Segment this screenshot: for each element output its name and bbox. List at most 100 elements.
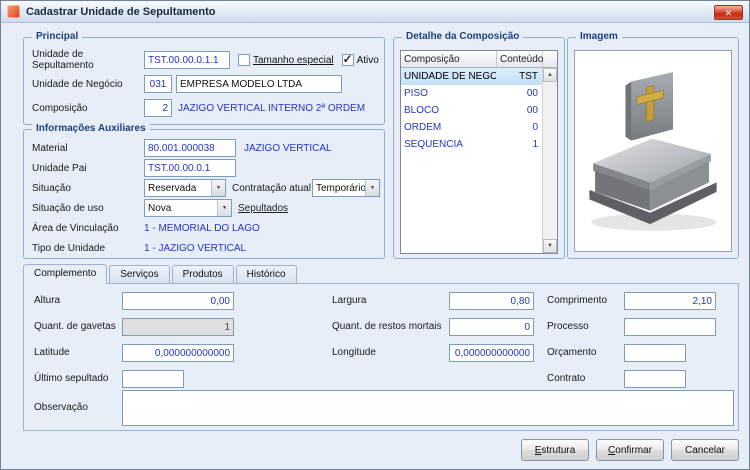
material-label: Material [32, 142, 68, 154]
quant-gavetas-label: Quant. de gavetas [34, 321, 116, 332]
confirmar-button[interactable]: Confirmar [596, 439, 664, 461]
contrato-input[interactable] [624, 370, 686, 388]
observacao-textarea[interactable] [122, 390, 734, 426]
group-imagem-title: Imagem [576, 31, 622, 42]
close-icon: ✕ [724, 7, 733, 18]
row-situacao-uso: Situação de uso Nova ▼ Sepultados [24, 198, 384, 218]
checkbox-checked-icon [341, 52, 354, 66]
unit-image-frame [574, 50, 732, 252]
cancelar-button[interactable]: Cancelar [671, 439, 739, 461]
row-composicao: PISO [404, 88, 428, 99]
longitude-label: Longitude [332, 347, 376, 358]
group-aux-title: Informações Auxiliares [32, 123, 150, 134]
chevron-down-icon: ▼ [217, 200, 231, 216]
column-header-spacer [543, 51, 557, 67]
ativo-checkbox[interactable]: Ativo [341, 52, 379, 66]
altura-label: Altura [34, 295, 61, 306]
row-conteudo: 00 [526, 105, 538, 116]
row-composicao: ORDEM [404, 122, 442, 133]
contratacao-atual-value: Temporário [316, 182, 365, 194]
scrollbar-track[interactable] [543, 82, 557, 239]
window-title: Cadastrar Unidade de Sepultamento [26, 5, 216, 18]
dialog-window: Cadastrar Unidade de Sepultamento ✕ Prin… [0, 0, 750, 470]
column-header-conteudo[interactable]: Conteúdo [497, 51, 543, 67]
scroll-down-icon[interactable]: ▼ [543, 239, 557, 253]
tab-strip: Complemento Serviços Produtos Histórico [23, 264, 299, 284]
contratacao-atual-label: Contratação atual [232, 182, 311, 194]
tab-complemento[interactable]: Complemento [23, 264, 108, 284]
group-principal-title: Principal [32, 31, 83, 42]
tab-servicos[interactable]: Serviços [109, 265, 170, 284]
row-composicao: BLOCO [404, 105, 440, 116]
table-row[interactable]: PISO 00 [401, 85, 542, 102]
table-row[interactable]: ORDEM 0 [401, 119, 542, 136]
row-composicao: UNIDADE DE NEGOCIO [404, 71, 496, 82]
situacao-select[interactable]: Reservada ▼ [144, 179, 226, 197]
composicao-code-input[interactable] [144, 99, 172, 117]
altura-input[interactable] [122, 292, 234, 310]
row-composicao: SEQUENCIA [404, 139, 463, 150]
comprimento-input[interactable] [624, 292, 716, 310]
orcamento-input[interactable] [624, 344, 686, 362]
composicao-label: Composição [32, 102, 88, 114]
unidade-negocio-code-input[interactable] [144, 75, 172, 93]
chevron-down-icon: ▼ [365, 180, 379, 196]
composition-table-body: UNIDADE DE NEGOCIO TST PISO 00 BLOCO 00 ORDEM 0… [401, 68, 542, 253]
unidade-sepultamento-label: Unidade de Sepultamento [32, 49, 94, 71]
largura-input[interactable] [449, 292, 534, 310]
row-situacao: Situação Reservada ▼ Contratação atual T… [24, 178, 384, 198]
group-informacoes-auxiliares: Informações Auxiliares Material JAZIGO V… [23, 123, 385, 259]
tab-produtos[interactable]: Produtos [171, 265, 234, 284]
quant-restos-mortais-label: Quant. de restos mortais [332, 321, 442, 332]
row-unidade-pai: Unidade Pai [24, 158, 384, 178]
ultimo-sepultado-label: Último sepultado [34, 373, 109, 384]
unidade-negocio-label: Unidade de Negócio [32, 78, 123, 90]
tamanho-especial-checkbox[interactable]: Tamanho especial [238, 54, 334, 66]
row-unidade-negocio: Unidade de Negócio [24, 72, 384, 96]
scroll-up-icon[interactable]: ▲ [543, 68, 557, 82]
longitude-input[interactable] [449, 344, 534, 362]
largura-label: Largura [332, 295, 367, 306]
close-button[interactable]: ✕ [714, 5, 743, 20]
latitude-label: Latitude [34, 347, 70, 358]
tab-panel-complemento: Altura Largura Comprimento Quant. de gav… [23, 283, 739, 431]
tamanho-especial-label: Tamanho especial [253, 54, 334, 66]
situacao-label: Situação [32, 182, 71, 194]
checkbox-icon [238, 54, 250, 66]
estrutura-button[interactable]: Estrutura [521, 439, 589, 461]
situacao-uso-select[interactable]: Nova ▼ [144, 199, 232, 217]
row-conteudo: 0 [532, 122, 538, 133]
material-descricao: JAZIGO VERTICAL [244, 142, 332, 154]
ultimo-sepultado-input[interactable] [122, 370, 184, 388]
table-row[interactable]: BLOCO 00 [401, 102, 542, 119]
material-input[interactable] [144, 139, 236, 157]
group-principal: Principal Unidade de Sepultamento Tamanh… [23, 31, 385, 125]
composicao-descricao: JAZIGO VERTICAL INTERNO 2ª ORDEM [178, 102, 366, 114]
unidade-pai-input[interactable] [144, 159, 236, 177]
comprimento-label: Comprimento [547, 295, 608, 306]
row-tipo-unidade: Tipo de Unidade 1 - JAZIGO VERTICAL [24, 238, 384, 258]
unidade-negocio-name-input[interactable] [176, 75, 342, 93]
group-detalhe-title: Detalhe da Composição [402, 31, 524, 42]
tomb-image [589, 72, 717, 231]
footer-buttons: Estrutura Confirmar Cancelar [521, 439, 739, 461]
composition-table: Composição Conteúdo UNIDADE DE NEGOCIO TS… [400, 50, 558, 254]
unidade-sepultamento-input[interactable] [144, 51, 230, 69]
situacao-uso-value: Nova [148, 202, 172, 214]
table-scrollbar[interactable]: ▲ ▼ [542, 68, 557, 253]
row-conteudo: 1 [532, 139, 538, 150]
table-body-wrap: UNIDADE DE NEGOCIO TST PISO 00 BLOCO 00 ORDEM 0… [401, 68, 557, 253]
area-vinculacao-label: Área de Vinculação [32, 222, 119, 234]
tab-historico[interactable]: Histórico [235, 265, 297, 284]
latitude-input[interactable] [122, 344, 234, 362]
sepultados-link[interactable]: Sepultados [238, 203, 288, 214]
table-row[interactable]: SEQUENCIA 1 [401, 136, 542, 153]
processo-input[interactable] [624, 318, 716, 336]
quant-restos-mortais-input[interactable] [449, 318, 534, 336]
table-row[interactable]: UNIDADE DE NEGOCIO TST [401, 68, 542, 85]
contratacao-atual-select[interactable]: Temporário ▼ [312, 179, 380, 197]
orcamento-label: Orçamento [547, 347, 597, 358]
tipo-unidade-value: 1 - JAZIGO VERTICAL [144, 242, 247, 254]
column-header-composicao[interactable]: Composição [401, 51, 497, 67]
group-detalhe-composicao: Detalhe da Composição Composição Conteúd… [393, 31, 565, 259]
